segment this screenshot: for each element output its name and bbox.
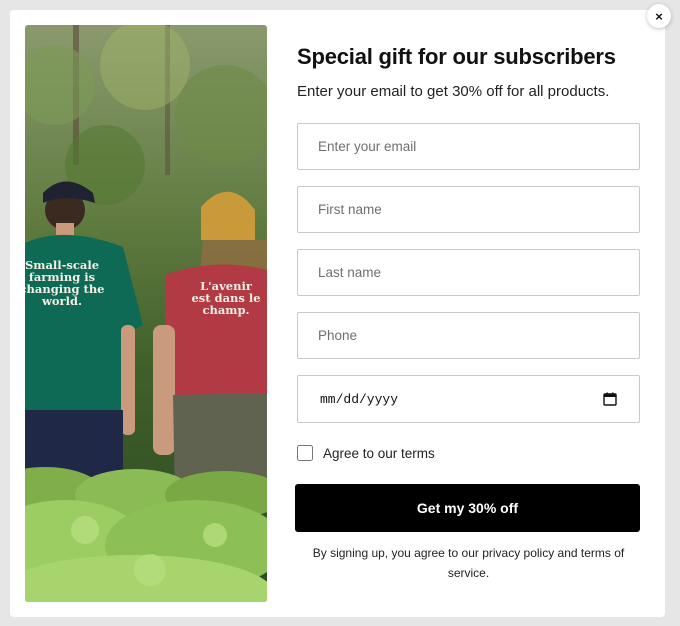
calendar-icon[interactable] [603, 392, 617, 406]
close-button[interactable]: × [647, 4, 671, 28]
last-name-field[interactable] [297, 249, 640, 296]
email-field[interactable] [297, 123, 640, 170]
terms-checkbox[interactable] [297, 445, 313, 461]
privacy-disclaimer: By signing up, you agree to our privacy … [312, 546, 625, 580]
first-name-field[interactable] [297, 186, 640, 233]
shirt-text-left-line: world. [41, 294, 82, 308]
popup-subtitle: Enter your email to get 30% off for all … [297, 83, 610, 100]
popup-title: Special gift for our subscribers [297, 44, 616, 69]
date-field[interactable]: mm/dd/yyyy [297, 375, 640, 423]
farm-photo: Small-scale farming is changing the worl… [25, 25, 267, 602]
phone-field[interactable] [297, 312, 640, 359]
shirt-text-right-line: champ. [202, 303, 249, 317]
submit-button[interactable]: Get my 30% off [295, 484, 640, 532]
date-placeholder: mm/dd/yyyy [320, 391, 399, 407]
terms-label: Agree to our terms [323, 445, 435, 461]
close-icon: × [655, 8, 663, 24]
terms-row[interactable]: Agree to our terms [297, 445, 435, 461]
